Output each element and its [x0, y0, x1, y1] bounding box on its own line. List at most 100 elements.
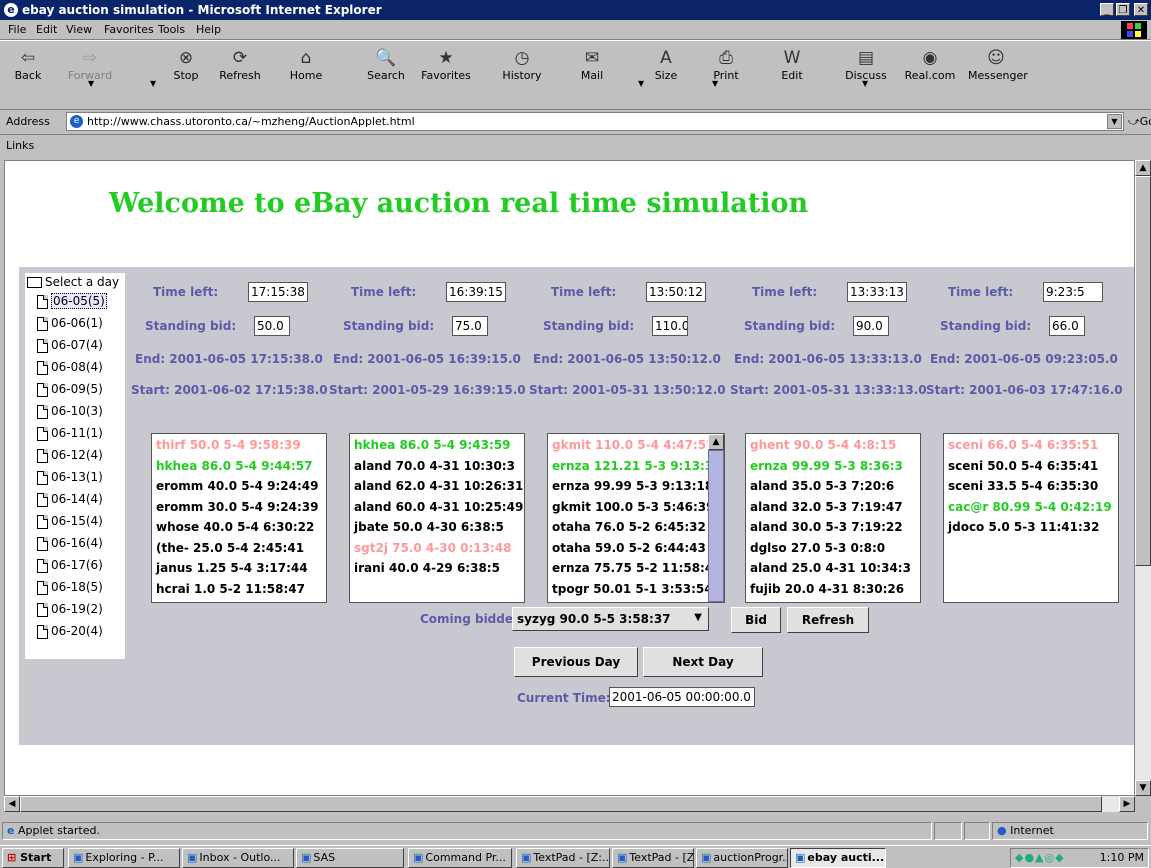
vertical-scroll-thumb[interactable] — [1135, 176, 1151, 566]
bid-list-item[interactable]: otaha 59.0 5-2 6:44:43 — [552, 541, 706, 555]
mail-dropdown-icon[interactable]: ▼ — [638, 79, 644, 88]
bid-list-scroll-thumb[interactable] — [708, 450, 724, 602]
toolbar-button-edit[interactable]: W Edit — [764, 47, 820, 82]
bid-list-scroll-up[interactable]: ▲ — [708, 434, 724, 450]
bid-list-item[interactable]: gkmit 110.0 5-4 4:47:57 — [552, 438, 714, 452]
scroll-right-button[interactable]: ▶ — [1119, 796, 1135, 812]
toolbar-button-history[interactable]: ◷ History — [494, 47, 550, 82]
bid-list-item[interactable]: jdoco 5.0 5-3 11:41:32 — [948, 520, 1099, 534]
bid-list-item[interactable]: aland 70.0 4-31 10:30:3 — [354, 459, 515, 473]
bid-list-item[interactable]: gkmit 100.0 5-3 5:46:39 — [552, 500, 714, 514]
bid-list[interactable]: sceni 66.0 5-4 6:35:51 sceni 50.0 5-4 6:3… — [943, 433, 1119, 603]
bid-list[interactable]: hkhea 86.0 5-4 9:43:59 aland 70.0 4-31 10… — [349, 433, 525, 603]
toolbar-button-size[interactable]: A Size — [638, 47, 694, 82]
bid-list[interactable]: thirf 50.0 5-4 9:58:39 hkhea 86.0 5-4 9:4… — [151, 433, 327, 603]
previous-day-button[interactable]: Previous Day — [514, 647, 638, 677]
bid-list-item[interactable]: aland 35.0 5-3 7:20:6 — [750, 479, 894, 493]
time-left-field[interactable]: 13:50:12 — [646, 282, 706, 302]
bid-list-item[interactable]: sgt2j 75.0 4-30 0:13:48 — [354, 541, 511, 555]
toolbar-button-realcom[interactable]: ◉ Real.com — [902, 47, 958, 82]
tree-day-item[interactable]: 06-09(5) — [37, 382, 103, 397]
toolbar-button-search[interactable]: 🔍 Search — [358, 47, 414, 82]
minimize-button[interactable]: _ — [1100, 3, 1114, 16]
tree-root[interactable]: Select a day — [27, 275, 119, 289]
bid-list-item[interactable]: whose 40.0 5-4 6:30:22 — [156, 520, 314, 534]
bid-list-item[interactable]: aland 25.0 4-31 10:34:3 — [750, 561, 911, 575]
standing-bid-field[interactable]: 66.0 — [1049, 316, 1085, 336]
tree-day-item[interactable]: 06-10(3) — [37, 404, 103, 419]
taskbar-button[interactable]: ▣ Command Pr... — [408, 848, 512, 868]
vertical-scrollbar[interactable]: ▲ ▼ — [1135, 160, 1151, 796]
horizontal-scroll-thumb[interactable] — [20, 796, 1102, 812]
bid-list-item[interactable]: hkhea 86.0 5-4 9:44:57 — [156, 459, 312, 473]
tree-day-item[interactable]: 06-19(2) — [37, 602, 103, 617]
toolbar-button-home[interactable]: ⌂ Home — [278, 47, 334, 82]
standing-bid-field[interactable]: 75.0 — [452, 316, 488, 336]
tree-day-item[interactable]: 06-11(1) — [37, 426, 103, 441]
bid-list-item[interactable]: ernza 99.99 5-3 9:13:18 — [552, 479, 713, 493]
toolbar-button-discuss[interactable]: ▤ Discuss — [838, 47, 894, 82]
tree-day-item[interactable]: 06-05(5) — [37, 293, 107, 309]
bid-list-item[interactable]: dglso 27.0 5-3 0:8:0 — [750, 541, 885, 555]
taskbar-button[interactable]: ▣ Exploring - P... — [68, 848, 180, 868]
horizontal-scrollbar[interactable]: ◀ ▶ — [4, 796, 1135, 812]
restore-button[interactable]: ❐ — [1116, 3, 1130, 16]
tree-day-item[interactable]: 06-17(6) — [37, 558, 103, 573]
coming-bidders-select[interactable]: syzyg 90.0 5-5 3:58:37 ▼ — [512, 607, 709, 631]
edit-dropdown-icon[interactable]: ▼ — [862, 79, 868, 88]
bid-list[interactable]: ghent 90.0 5-4 4:8:15 ernza 99.99 5-3 8:3… — [745, 433, 921, 603]
tree-day-item[interactable]: 06-18(5) — [37, 580, 103, 595]
bid-list-item[interactable]: aland 30.0 5-3 7:19:22 — [750, 520, 903, 534]
bid-list-item[interactable]: (the- 25.0 5-4 2:45:41 — [156, 541, 304, 555]
tree-day-item[interactable]: 06-16(4) — [37, 536, 103, 551]
time-left-field[interactable]: 9:23:5 — [1043, 282, 1103, 302]
tree-day-item[interactable]: 06-12(4) — [37, 448, 103, 463]
toolbar-button-print[interactable]: ⎙ Print — [698, 47, 754, 82]
bid-list-item[interactable]: sceni 50.0 5-4 6:35:41 — [948, 459, 1098, 473]
menu-view[interactable]: View — [66, 23, 92, 36]
size-dropdown-icon[interactable]: ▼ — [712, 79, 718, 88]
bid-list-item[interactable]: aland 60.0 4-31 10:25:49 — [354, 500, 523, 514]
scroll-down-button[interactable]: ▼ — [1135, 780, 1151, 796]
scroll-left-button[interactable]: ◀ — [4, 796, 20, 812]
tree-day-item[interactable]: 06-20(4) — [37, 624, 103, 639]
current-time-field[interactable]: 2001-06-05 00:00:00.0 — [609, 687, 755, 707]
taskbar-button[interactable]: ▣ ebay aucti... — [790, 848, 886, 868]
toolbar-button-mail[interactable]: ✉ Mail — [564, 47, 620, 82]
time-left-field[interactable]: 16:39:15 — [446, 282, 506, 302]
start-button[interactable]: ⊞ Start — [2, 848, 64, 868]
next-day-button[interactable]: Next Day — [643, 647, 763, 677]
time-left-field[interactable]: 17:15:38 — [248, 282, 308, 302]
bid-list-item[interactable]: eromm 40.0 5-4 9:24:49 — [156, 479, 318, 493]
toolbar-button-forward[interactable]: ⇨ Forward — [62, 47, 118, 82]
tree-day-item[interactable]: 06-13(1) — [37, 470, 103, 485]
bid-list-item[interactable]: ghent 90.0 5-4 4:8:15 — [750, 438, 896, 452]
tree-day-item[interactable]: 06-08(4) — [37, 360, 103, 375]
bid-list-item[interactable]: irani 40.0 4-29 6:38:5 — [354, 561, 500, 575]
bid-list-item[interactable]: hkhea 86.0 5-4 9:43:59 — [354, 438, 510, 452]
taskbar-button[interactable]: ▣TextPad - [Z:... — [612, 848, 694, 868]
toolbar-button-refresh[interactable]: ⟳ Refresh — [212, 47, 268, 82]
toolbar-button-back[interactable]: ⇦ Back — [0, 47, 56, 82]
taskbar-button[interactable]: ▣TextPad - [Z:... — [516, 848, 610, 868]
bid-list-scrollbar[interactable]: ▲ — [708, 434, 724, 602]
forward-dropdown-icon[interactable]: ▼ — [150, 79, 156, 88]
toolbar-button-stop[interactable]: ⊗ Stop — [158, 47, 214, 82]
address-dropdown-button[interactable]: ▼ — [1107, 114, 1122, 129]
bid-list-item[interactable]: ernza 121.21 5-3 9:13:38 — [552, 459, 722, 473]
menu-favorites[interactable]: Favorites — [104, 23, 154, 36]
bid-list-item[interactable]: ernza 75.75 5-2 11:58:40 — [552, 561, 722, 575]
tree-day-item[interactable]: 06-06(1) — [37, 316, 103, 331]
bid-list-item[interactable]: aland 32.0 5-3 7:19:47 — [750, 500, 903, 514]
bid-list-item[interactable]: jbate 50.0 4-30 6:38:5 — [354, 520, 504, 534]
bid-list-item[interactable]: fujib 20.0 4-31 8:30:26 — [750, 582, 904, 596]
menu-help[interactable]: Help — [196, 23, 221, 36]
bid-list-item[interactable]: eromm 30.0 5-4 9:24:39 — [156, 500, 318, 514]
time-left-field[interactable]: 13:33:13 — [847, 282, 907, 302]
taskbar-button[interactable]: ▣ auctionProgr... — [696, 848, 788, 868]
standing-bid-field[interactable]: 110.0 — [652, 316, 688, 336]
address-input[interactable]: e http://www.chass.utoronto.ca/~mzheng/A… — [66, 112, 1124, 131]
taskbar-button[interactable]: ▣ Inbox - Outlo... — [182, 848, 294, 868]
bid-list-item[interactable]: otaha 76.0 5-2 6:45:32 — [552, 520, 706, 534]
back-dropdown-icon[interactable]: ▼ — [88, 79, 94, 88]
